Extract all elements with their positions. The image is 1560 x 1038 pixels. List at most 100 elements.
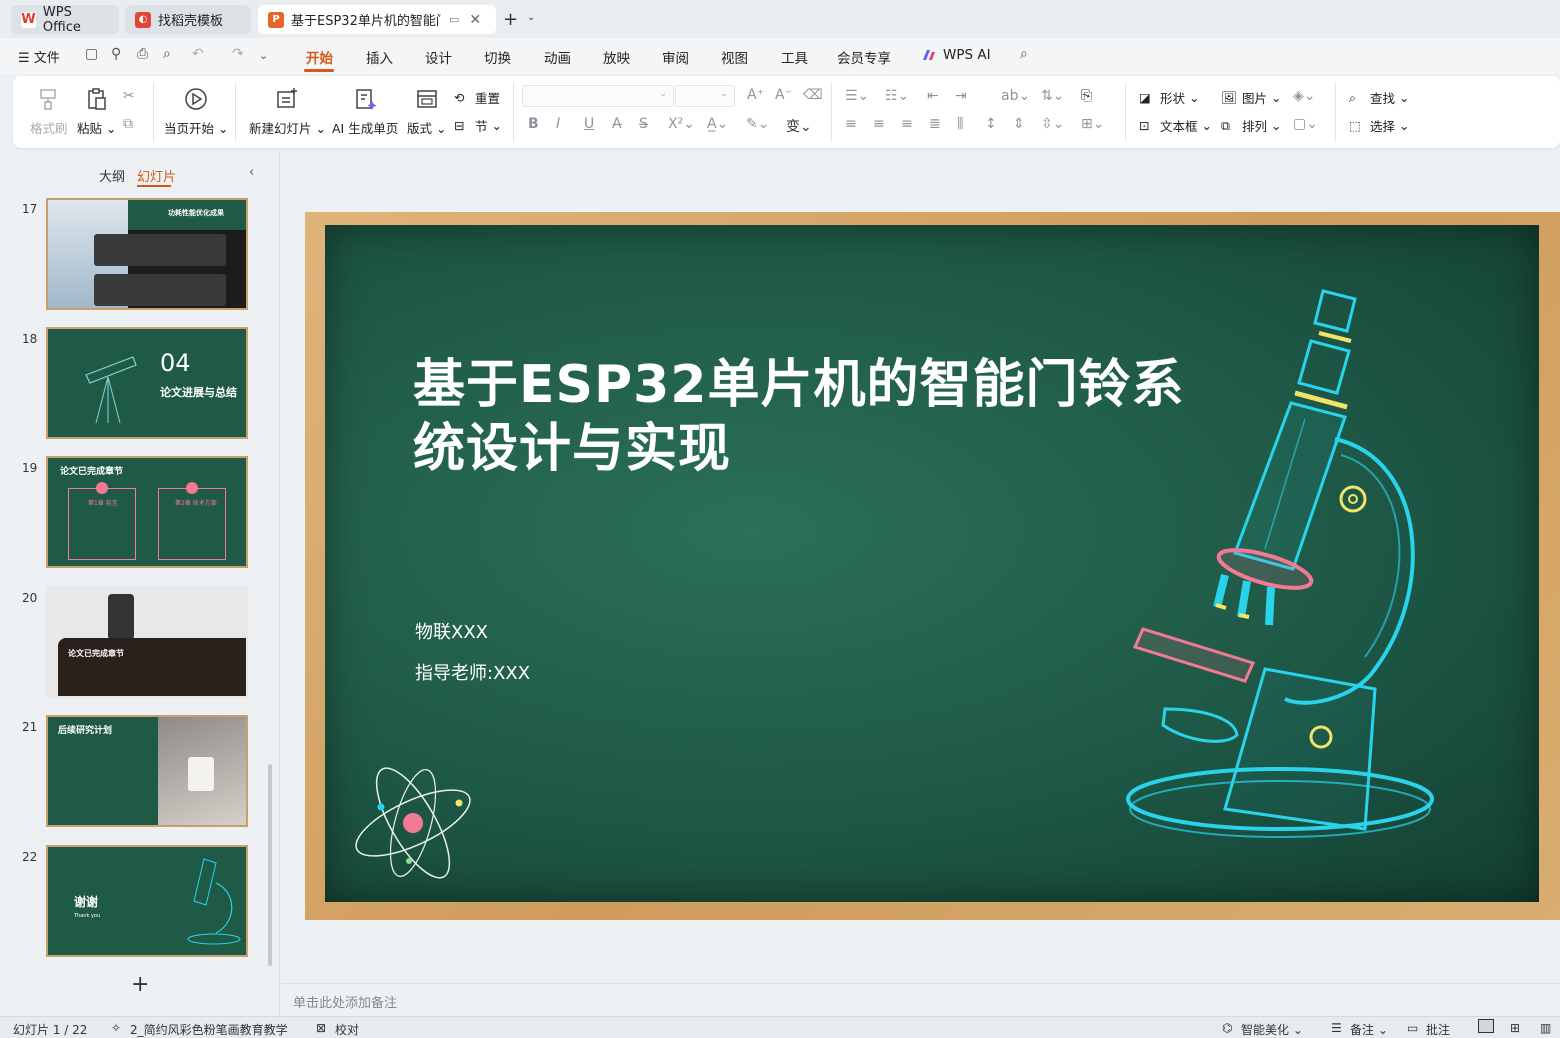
tab-document[interactable]: P 基于ESP32单片机的智能门铃 ▭ ✕ [258, 5, 496, 34]
menu-transition[interactable]: 切换 [484, 47, 511, 67]
distribute-icon[interactable]: ⫼ [957, 116, 963, 132]
close-tab-icon[interactable]: ✕ [469, 12, 481, 28]
notes-pane[interactable]: 单击此处添加备注 [281, 983, 1560, 1015]
picture-button[interactable]: 🖼 图片 ⌄ [1221, 88, 1281, 107]
menu-home[interactable]: 开始 [306, 47, 333, 67]
cut-icon[interactable]: ✂ [123, 88, 135, 104]
section-button[interactable]: ⊟ 节 ⌄ [454, 116, 502, 135]
menu-member[interactable]: 会员专享 [837, 47, 891, 67]
slide-thumbnail-21[interactable]: 后续研究计划 [46, 715, 248, 827]
paragraph-spacing-icon[interactable]: ⇕ [1013, 116, 1025, 132]
menu-insert[interactable]: 插入 [366, 47, 393, 67]
menu-slideshow[interactable]: 放映 [603, 47, 630, 67]
slide-advisor[interactable]: 指导老师:XXX [415, 659, 530, 685]
grid-view-icon[interactable]: ⊞ [1510, 1021, 1520, 1035]
ai-single-page-button[interactable]: AI 生成单页 [332, 86, 398, 137]
file-menu[interactable]: ☰ 文件 [18, 47, 60, 66]
font-size-select[interactable]: ⌄ [675, 85, 735, 107]
layout-button[interactable]: 版式 ⌄ [407, 86, 446, 137]
notes-button[interactable]: 备注 ⌄ [1350, 1021, 1388, 1038]
font-color-icon[interactable]: A̲⌄ [707, 116, 728, 132]
line-spacing-icon[interactable]: ↕ [985, 116, 997, 132]
menu-animation[interactable]: 动画 [544, 47, 571, 67]
tab-wps-office[interactable]: W WPS Office [11, 5, 119, 35]
new-slide-icon [277, 88, 298, 108]
italic-icon[interactable]: I [556, 116, 560, 132]
underline-icon[interactable]: U [584, 116, 594, 132]
increase-font-icon[interactable]: A⁺ [747, 87, 764, 103]
increase-indent-icon[interactable]: ⇥ [955, 88, 967, 104]
add-slide-icon[interactable]: + [131, 972, 149, 997]
share-icon[interactable]: ⚲ [111, 46, 121, 62]
bullet-list-icon[interactable]: ☰⌄ [845, 88, 869, 104]
slide-thumbnail-22[interactable]: 谢谢 Thank you [46, 845, 248, 957]
clear-format-icon[interactable]: ⌫ [803, 87, 823, 103]
font-family-select[interactable]: ⌄ [522, 85, 674, 107]
align-right-icon[interactable]: ≡ [901, 116, 913, 132]
decrease-font-icon[interactable]: A⁻ [775, 87, 792, 103]
tab-outline[interactable]: 大纲 [99, 166, 125, 185]
menu-view[interactable]: 视图 [721, 47, 748, 67]
print-icon[interactable]: ⎙ [137, 46, 148, 62]
new-slide-button[interactable]: 新建幻灯片 ⌄ [249, 86, 326, 137]
slide-canvas[interactable]: 基于ESP32单片机的智能门铃系统设计与实现 物联XXX 指导老师:XXX [305, 212, 1560, 920]
collapse-panel-icon[interactable]: ‹ [249, 165, 254, 180]
numbered-list-icon[interactable]: ☷⌄ [885, 88, 909, 104]
columns-icon[interactable]: ⊞⌄ [1081, 116, 1104, 132]
format-painter-button[interactable]: 格式刷 [30, 86, 68, 137]
slide-author[interactable]: 物联XXX [415, 618, 488, 644]
superscript-icon[interactable]: X²⌄ [668, 116, 695, 132]
reset-button[interactable]: ⟲ 重置 [454, 88, 500, 107]
sort-icon[interactable]: ⇅⌄ [1041, 88, 1064, 104]
monitor-icon[interactable]: ▭ [449, 13, 459, 26]
outline-color-icon[interactable]: ▢⌄ [1293, 116, 1318, 132]
normal-view-icon[interactable] [1478, 1019, 1494, 1033]
arrange-button[interactable]: ⧉ 排列 ⌄ [1221, 116, 1281, 135]
fill-color-icon[interactable]: ◈⌄ [1293, 88, 1316, 104]
select-button[interactable]: ⬚ 选择 ⌄ [1349, 116, 1409, 135]
new-doc-icon[interactable]: ▢ [85, 46, 98, 62]
redo-icon[interactable]: ↷ [232, 46, 244, 62]
chevron-down-icon[interactable]: ⌄ [527, 12, 535, 23]
slide-thumbnail-17[interactable]: 功耗性能优化成果 [46, 198, 248, 310]
menu-design[interactable]: 设计 [425, 47, 452, 67]
smart-beautify-button[interactable]: 智能美化 ⌄ [1241, 1021, 1303, 1038]
text-direction-icon[interactable]: ab⌄ [1001, 88, 1030, 104]
slide-thumbnail-18[interactable]: 04 论文进展与总结 [46, 327, 248, 439]
proof-button[interactable]: 校对 [335, 1021, 359, 1038]
shape-button[interactable]: ◪ 形状 ⌄ [1139, 88, 1199, 107]
justify-icon[interactable]: ≣ [929, 116, 941, 132]
decrease-indent-icon[interactable]: ⇤ [927, 88, 939, 104]
paste-button[interactable]: 粘贴 ⌄ [77, 86, 116, 137]
tab-template[interactable]: ◐ 找稻壳模板 [125, 5, 251, 34]
new-tab-icon[interactable]: + [503, 9, 518, 30]
undo-icon[interactable]: ↶ [192, 46, 204, 62]
find-button[interactable]: ⌕ 查找 ⌄ [1349, 88, 1409, 107]
slide-thumbnail-20[interactable]: 论文已完成章节 [46, 586, 248, 698]
menu-review[interactable]: 审阅 [662, 47, 689, 67]
tab-slides[interactable]: 幻灯片 [137, 166, 176, 185]
slide-title[interactable]: 基于ESP32单片机的智能门铃系统设计与实现 [413, 353, 1233, 481]
menu-tools[interactable]: 工具 [781, 47, 808, 67]
strikethrough-icon[interactable]: A̶ [612, 116, 622, 132]
reading-view-icon[interactable]: ▥ [1540, 1021, 1551, 1035]
textbox-button[interactable]: ⊡ 文本框 ⌄ [1139, 116, 1212, 135]
menu-wps-ai[interactable]: WPS AI [943, 47, 991, 63]
play-from-current-button[interactable]: 当页开始 ⌄ [164, 86, 228, 137]
convert-icon[interactable]: ⎘ [1081, 88, 1092, 104]
search-icon[interactable]: ⌕ [1020, 46, 1028, 62]
align-left-icon[interactable]: ≡ [845, 116, 857, 132]
copy-icon[interactable]: ⧉ [123, 116, 133, 132]
bold-icon[interactable]: B [528, 116, 539, 132]
print-preview-icon[interactable]: ⌕ [163, 46, 171, 62]
panel-scrollbar[interactable] [268, 764, 272, 966]
highlight-icon[interactable]: ✎⌄ [746, 116, 769, 132]
vertical-align-icon[interactable]: ⇳⌄ [1041, 116, 1064, 132]
shadow-text-icon[interactable]: S̶ [639, 116, 648, 132]
align-center-icon[interactable]: ≡ [873, 116, 885, 132]
comment-button[interactable]: 批注 [1426, 1021, 1450, 1038]
theme-name[interactable]: 2_简约风彩色粉笔画教育教学 [130, 1021, 288, 1038]
phonetic-icon[interactable]: 变⌄ [786, 116, 812, 136]
slide-thumbnail-19[interactable]: 论文已完成章节 第1章 前言 第2章 技术方案 [46, 456, 248, 568]
chevron-down-icon[interactable]: ⌄ [259, 49, 268, 62]
